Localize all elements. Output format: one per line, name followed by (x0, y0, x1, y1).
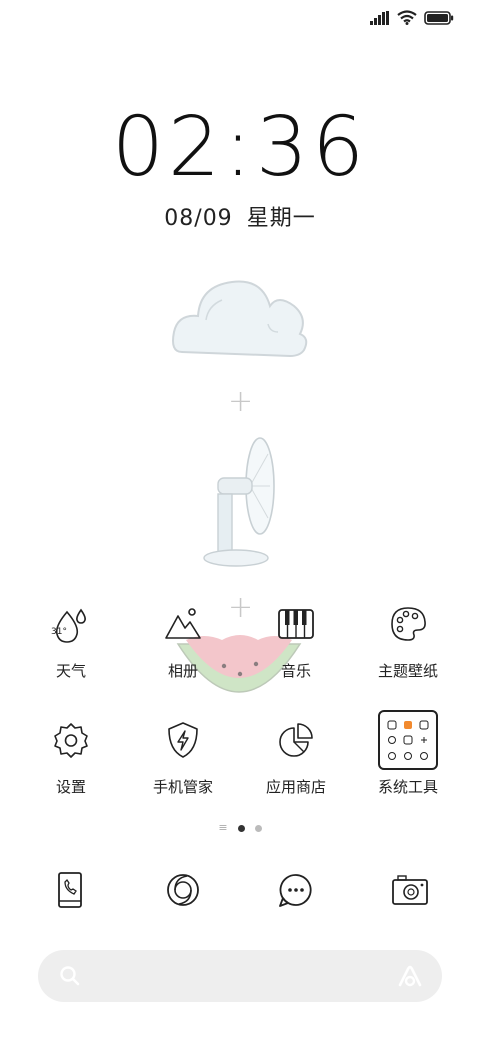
dock (0, 858, 480, 922)
signal-bars-icon (370, 10, 390, 29)
page-indicator[interactable]: ≡ (0, 822, 480, 833)
security-icon (155, 712, 211, 768)
cloud-illustration (170, 272, 310, 366)
app-label: 音乐 (280, 662, 311, 680)
wifi-icon (397, 10, 417, 29)
status-icons (370, 10, 454, 29)
weather-icon: 31° (43, 596, 99, 652)
app-label: 系统工具 (377, 778, 438, 796)
app-label: 手机管家 (152, 778, 213, 796)
weekday-text: 星期一 (246, 206, 316, 231)
app-store-icon (268, 712, 324, 768)
app-system-tools-folder[interactable]: 系统工具 (352, 710, 464, 797)
assistant-icon[interactable] (396, 963, 424, 993)
camera-icon[interactable] (382, 862, 438, 918)
messages-icon[interactable] (268, 862, 324, 918)
status-bar (0, 0, 480, 40)
page-dot-active[interactable] (237, 824, 245, 832)
plus-sign-1: + (228, 384, 254, 419)
app-label: 天气 (55, 662, 86, 680)
app-label: 设置 (55, 778, 86, 796)
app-music[interactable]: 音乐 (240, 596, 352, 681)
app-settings[interactable]: 设置 (15, 712, 127, 797)
date-text: 08/09 (164, 206, 233, 231)
clock-date: 08/09 星期一 (0, 200, 480, 232)
weather-temp: 31° (51, 627, 67, 637)
theme-icon (380, 596, 436, 652)
search-icon[interactable] (58, 964, 82, 992)
fan-illustration (198, 434, 282, 576)
gallery-icon (155, 596, 211, 652)
settings-icon (43, 712, 99, 768)
app-label: 相册 (167, 662, 198, 680)
page-dot[interactable] (254, 824, 262, 832)
search-input[interactable] (94, 960, 388, 994)
app-gallery[interactable]: 相册 (127, 596, 239, 681)
battery-icon (424, 10, 454, 29)
music-icon (268, 596, 324, 652)
app-security[interactable]: 手机管家 (127, 712, 239, 797)
app-themes[interactable]: 主题壁纸 (352, 596, 464, 681)
app-label: 应用商店 (265, 778, 326, 796)
page-list-icon[interactable]: ≡ (218, 822, 227, 833)
phone-icon[interactable] (42, 862, 98, 918)
app-label: 主题壁纸 (377, 662, 438, 680)
system-tools-folder-icon (378, 710, 438, 770)
search-bar[interactable] (38, 950, 442, 1002)
app-store[interactable]: 应用商店 (240, 712, 352, 797)
clock-time: 02:36 (111, 100, 369, 195)
browser-icon[interactable] (155, 862, 211, 918)
app-weather[interactable]: 31° 天气 (15, 596, 127, 681)
